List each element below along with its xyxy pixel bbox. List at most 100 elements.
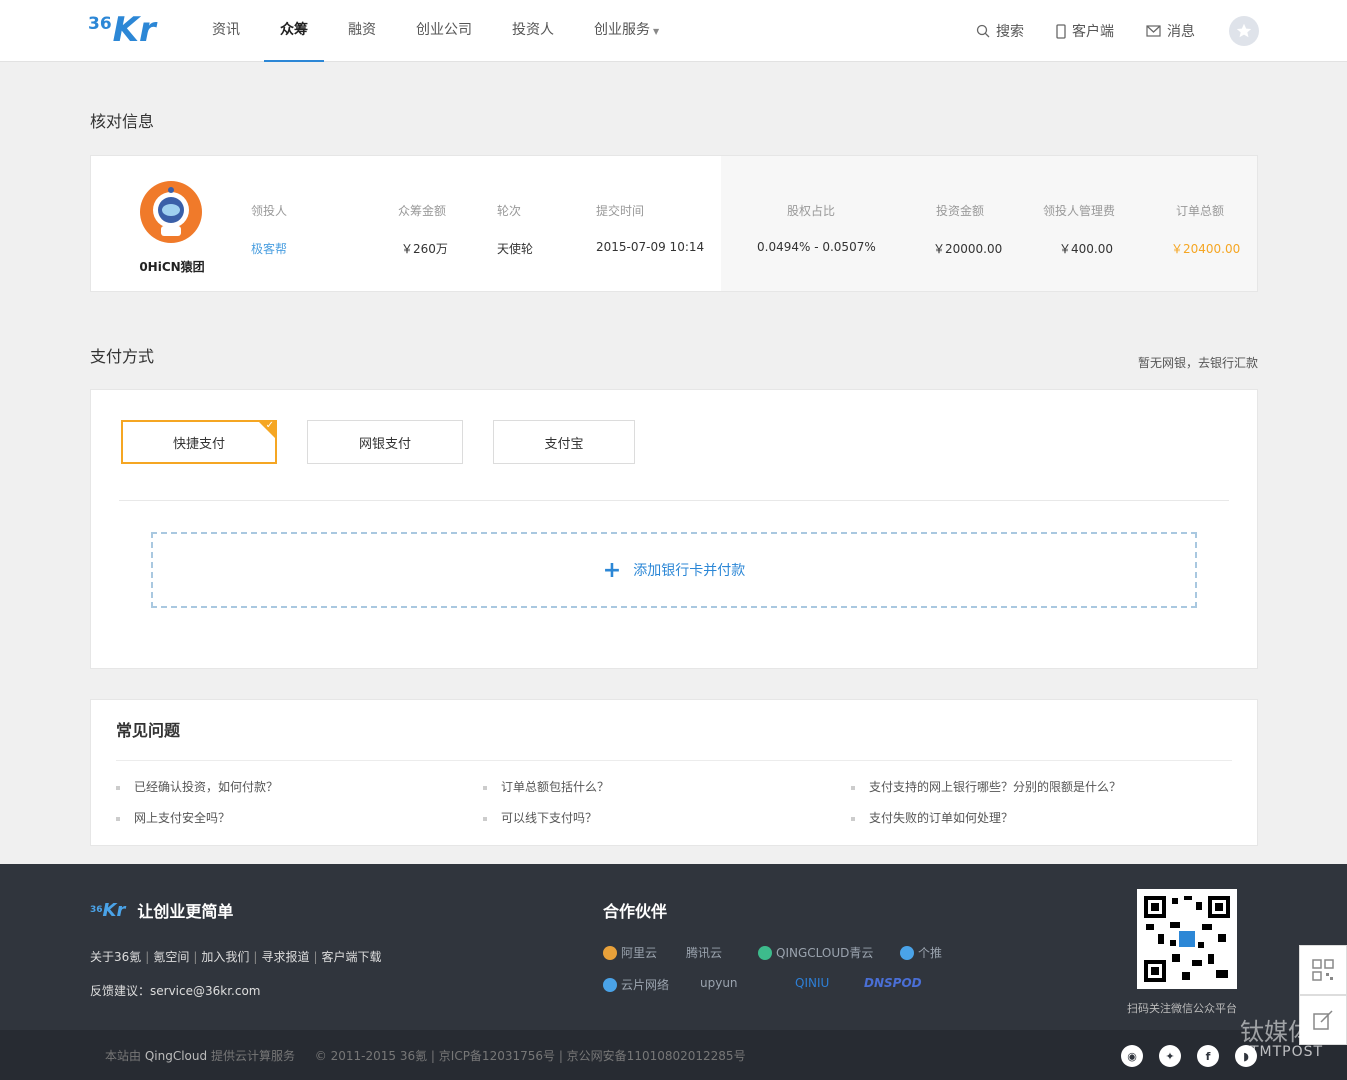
partner-qingcloud[interactable]: QINGCLOUD青云 (758, 944, 873, 961)
partner-yunpian[interactable]: 云片网络 (603, 976, 669, 993)
header-actions: 搜索 客户端 消息 (944, 0, 1259, 62)
qr-icon (1312, 959, 1334, 981)
partner-aliyun[interactable]: 阿里云 (603, 944, 657, 961)
qr-code-icon (1142, 894, 1232, 984)
feedback-line: 反馈建议：service@36kr.com (90, 982, 261, 999)
partner-label: 腾讯云 (686, 946, 723, 960)
link-separator: | (145, 950, 150, 964)
project-name: 0HiCN猿团 (139, 260, 205, 274)
facebook-icon[interactable]: f (1197, 1045, 1219, 1067)
client-button[interactable]: 客户端 (1056, 21, 1114, 41)
partner-upyun[interactable]: upyun (700, 976, 738, 990)
footer-brand: 36 Kr 让创业更简单 (90, 898, 233, 922)
link-separator: | (313, 950, 318, 964)
partner-label: DNSPOD (864, 976, 922, 990)
submit-time-value: 2015-07-09 10:14 (596, 240, 705, 254)
alipay-label: 支付宝 (544, 436, 584, 452)
faq-divider (116, 760, 1232, 761)
partner-label: QINIU (795, 976, 830, 990)
logo-36: 36 (88, 14, 112, 34)
online-bank-label: 网银支付 (358, 436, 411, 452)
order-total-header: 订单总额 (1176, 204, 1225, 218)
faq-item[interactable]: 支付失败的订单如何处理？ (851, 809, 1013, 826)
nav-services-label: 创业服务 (594, 22, 650, 38)
payment-title: 支付方式 (90, 347, 155, 366)
footer-link-download[interactable]: 客户端下载 (322, 950, 382, 964)
search-button[interactable]: 搜索 (976, 21, 1024, 41)
verify-info-card: 0HiCN猿团 领投人 极客帮 众筹金额 ￥260万 轮次 天使轮 提交时间 2… (90, 155, 1258, 292)
partner-tencent[interactable]: 腾讯云 (686, 944, 722, 961)
add-bank-card-label: 添加银行卡并付款 (633, 563, 746, 579)
logo-kr: Kr (112, 10, 156, 50)
qr-caption: 扫码关注微信公众平台 (1127, 1002, 1237, 1015)
footer-link-join[interactable]: 加入我们 (201, 950, 249, 964)
twitter-icon[interactable]: ✦ (1159, 1045, 1181, 1067)
faq-item[interactable]: 订单总额包括什么？ (483, 778, 609, 795)
add-bank-card-button[interactable]: + 添加银行卡并付款 (151, 532, 1197, 608)
user-avatar[interactable] (1229, 16, 1259, 46)
faq-item[interactable]: 已经确认投资，如何付款？ (116, 778, 278, 795)
summary-background (721, 156, 1257, 291)
qr-float-button[interactable] (1299, 945, 1347, 995)
aliyun-icon (603, 945, 617, 960)
partner-qiniu[interactable]: QINIU (795, 976, 829, 990)
quick-pay-label: 快捷支付 (172, 436, 225, 452)
getui-icon (900, 945, 914, 960)
nav-investors[interactable]: 投资人 (496, 0, 570, 62)
link-separator: | (253, 950, 258, 964)
order-total-value: ￥20400.00 (1171, 242, 1241, 256)
partner-getui[interactable]: 个推 (900, 944, 942, 961)
footer-link-report[interactable]: 寻求报道 (261, 950, 309, 964)
faq-item[interactable]: 支付支持的网上银行哪些？分别的限额是什么？ (851, 778, 1121, 795)
client-label: 客户端 (1072, 24, 1114, 40)
top-header: 36 Kr 资讯 众筹 融资 创业公司 投资人 创业服务 ▼ 搜索 客户端 消息 (0, 0, 1347, 62)
copyright: © 2011-2015 36氪 | 京ICP备12031756号 | 京公网安备… (314, 1049, 746, 1063)
partners-title: 合作伙伴 (603, 902, 668, 921)
footer-bottom-text: 本站由 QingCloud 提供云计算服务 © 2011-2015 36氪 | … (105, 1047, 746, 1064)
bank-transfer-link[interactable]: 暂无网银，去银行汇款 (1138, 354, 1258, 371)
watermark-cn: 钛媒体 (1240, 1018, 1312, 1046)
wechat-qr-code (1137, 889, 1237, 989)
nav-startups[interactable]: 创业公司 (400, 0, 488, 62)
payment-card: 快捷支付 ✓ 网银支付 支付宝 + 添加银行卡并付款 (90, 389, 1258, 669)
lead-investor-header: 领投人 (251, 204, 288, 218)
online-bank-button[interactable]: 网银支付 (307, 420, 463, 464)
search-label: 搜索 (996, 24, 1024, 40)
phone-icon (1056, 23, 1066, 39)
partner-label: 阿里云 (621, 946, 658, 960)
lead-investor-link[interactable]: 极客帮 (251, 240, 287, 257)
footer: 36 Kr 让创业更简单 关于36氪 | 氪空间 | 加入我们 | 寻求报道 | 客户端下载 反… (0, 864, 1347, 1030)
footer-link-about[interactable]: 关于36氪 (90, 950, 141, 964)
footer-link-space[interactable]: 氪空间 (153, 950, 189, 964)
nav-financing[interactable]: 融资 (332, 0, 392, 62)
quick-pay-button[interactable]: 快捷支付 ✓ (121, 420, 277, 464)
weibo-icon[interactable]: ◉ (1121, 1045, 1143, 1067)
partner-label: upyun (700, 976, 738, 990)
qingcloud-link[interactable]: QingCloud (145, 1049, 207, 1063)
nav-services[interactable]: 创业服务 ▼ (578, 0, 675, 62)
raise-amount-header: 众筹金额 (398, 204, 447, 218)
footer-logo-36: 36 (90, 905, 103, 915)
equity-header: 股权占比 (787, 204, 836, 218)
partner-label: 云片网络 (621, 978, 670, 992)
qingcloud-icon (758, 945, 772, 960)
project-logo[interactable] (139, 180, 203, 244)
nav-crowdfunding[interactable]: 众筹 (264, 0, 324, 62)
mgmt-fee-value: ￥400.00 (1059, 242, 1113, 256)
edit-icon (1313, 1010, 1333, 1030)
nav-news[interactable]: 资讯 (196, 0, 256, 62)
message-button[interactable]: 消息 (1146, 21, 1195, 41)
alipay-button[interactable]: 支付宝 (493, 420, 635, 464)
main-nav: 资讯 众筹 融资 创业公司 投资人 创业服务 ▼ (196, 0, 683, 62)
partner-dnspod[interactable]: DNSPOD (864, 976, 922, 990)
plus-icon: + (602, 557, 622, 583)
faq-card: 常见问题 已经确认投资，如何付款？ 订单总额包括什么？ 支付支持的网上银行哪些？… (90, 699, 1258, 846)
round-header: 轮次 (497, 204, 522, 218)
faq-item[interactable]: 网上支付安全吗？ (116, 809, 230, 826)
faq-item[interactable]: 可以线下支付吗？ (483, 809, 597, 826)
message-label: 消息 (1167, 24, 1195, 40)
footer-links: 关于36氪 | 氪空间 | 加入我们 | 寻求报道 | 客户端下载 (90, 948, 382, 965)
feedback-email-link[interactable]: service@36kr.com (150, 984, 260, 998)
site-logo[interactable]: 36 Kr (88, 12, 156, 52)
partner-label: 个推 (918, 946, 943, 960)
